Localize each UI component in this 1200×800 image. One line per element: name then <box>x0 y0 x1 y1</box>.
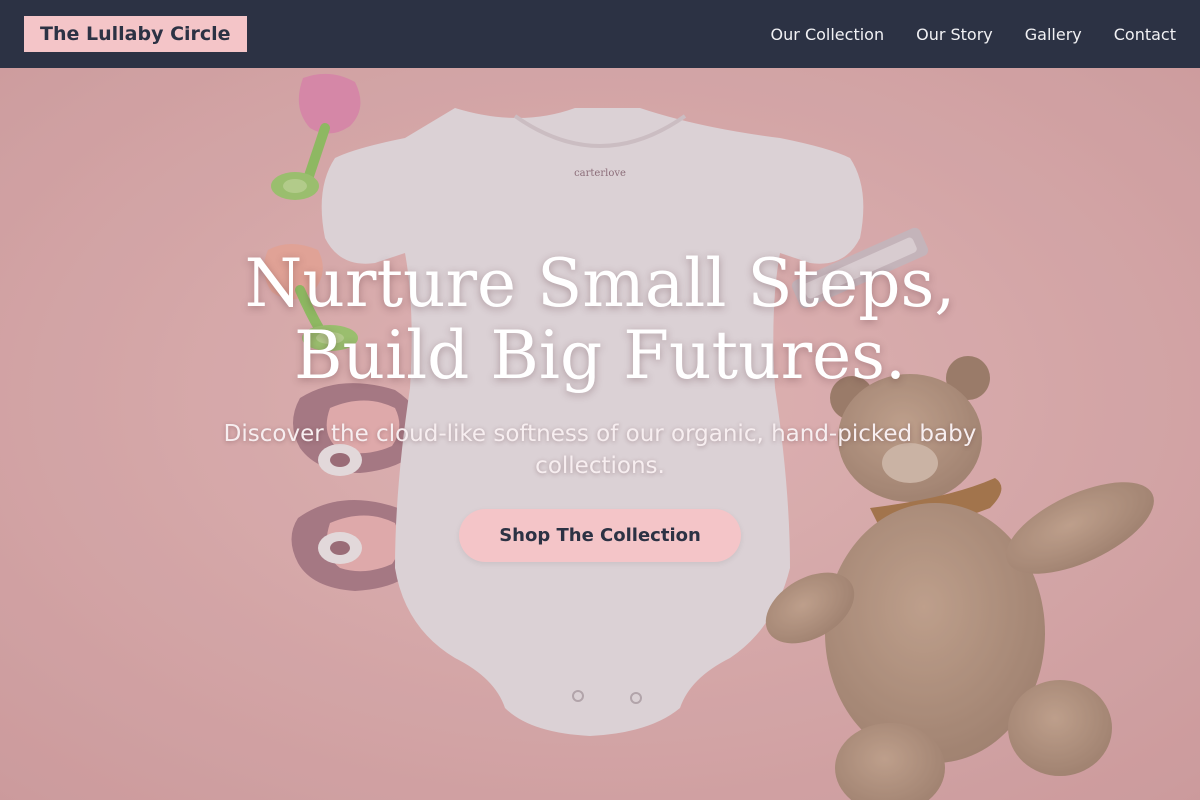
brand-logo[interactable]: The Lullaby Circle <box>24 16 247 52</box>
hero-title: Nurture Small Steps, Build Big Futures. <box>244 245 956 394</box>
main-nav: Our Collection Our Story Gallery Contact <box>771 25 1176 44</box>
shop-collection-button[interactable]: Shop The Collection <box>459 509 741 562</box>
nav-link-our-collection[interactable]: Our Collection <box>771 25 885 44</box>
nav-link-gallery[interactable]: Gallery <box>1025 25 1082 44</box>
hero-content: Nurture Small Steps, Build Big Futures. … <box>0 68 1200 800</box>
hero-subtitle: Discover the cloud-like softness of our … <box>223 421 977 479</box>
top-navbar: The Lullaby Circle Our Collection Our St… <box>0 0 1200 68</box>
nav-link-contact[interactable]: Contact <box>1114 25 1176 44</box>
hero-section: carterlove Nurture Small Steps, Build Bi… <box>0 68 1200 800</box>
nav-link-our-story[interactable]: Our Story <box>916 25 993 44</box>
